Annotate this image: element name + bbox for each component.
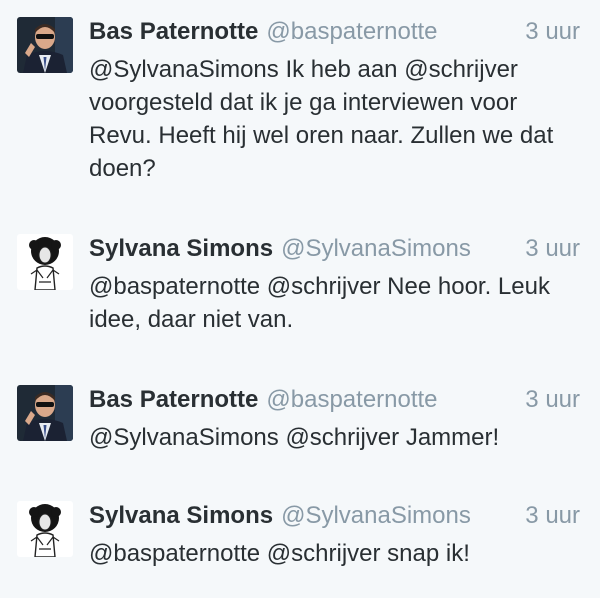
tweet-text: @SylvanaSimons @schrijver Jammer! — [89, 424, 500, 451]
tweet-text: @baspaternotte @schrijver Nee hoor. Leuk… — [89, 273, 550, 333]
sylvana-avatar-icon — [17, 501, 73, 557]
avatar-bas-paternotte[interactable] — [17, 17, 73, 73]
author-handle[interactable]: @baspaternotte — [266, 386, 437, 413]
tweet-header: Sylvana Simons @SylvanaSimons 3 uur — [89, 501, 584, 531]
tweet-text: @baspaternotte @schrijver snap ik! — [89, 540, 470, 567]
bas-avatar-icon — [17, 385, 73, 441]
author-name[interactable]: Bas Paternotte — [89, 18, 258, 45]
author-name[interactable]: Bas Paternotte — [89, 386, 258, 413]
tweet-timestamp[interactable]: 3 uur — [525, 385, 580, 415]
avatar-sylvana-simons[interactable] — [17, 234, 73, 290]
author-name[interactable]: Sylvana Simons — [89, 502, 273, 529]
tweet-header: Sylvana Simons @SylvanaSimons 3 uur — [89, 234, 584, 264]
tweet-item[interactable]: Sylvana Simons @SylvanaSimons 3 uur @basp… — [0, 501, 600, 571]
tweet-timestamp[interactable]: 3 uur — [525, 17, 580, 47]
tweet-item[interactable]: Bas Paternotte @baspaternotte 3 uur @Sylv… — [0, 17, 600, 187]
tweet-header: Bas Paternotte @baspaternotte 3 uur — [89, 17, 584, 47]
avatar-sylvana-simons[interactable] — [17, 501, 73, 557]
tweet-item[interactable]: Bas Paternotte @baspaternotte 3 uur @Sylv… — [0, 385, 600, 455]
author-handle[interactable]: @baspaternotte — [266, 18, 437, 45]
tweet-timeline: Bas Paternotte @baspaternotte 3 uur @Sylv… — [0, 0, 600, 598]
tweet-item[interactable]: Sylvana Simons @SylvanaSimons 3 uur @basp… — [0, 234, 600, 344]
avatar-bas-paternotte[interactable] — [17, 385, 73, 441]
author-handle[interactable]: @SylvanaSimons — [281, 235, 471, 262]
bas-avatar-icon — [17, 17, 73, 73]
author-handle[interactable]: @SylvanaSimons — [281, 502, 471, 529]
author-name[interactable]: Sylvana Simons — [89, 235, 273, 262]
tweet-header: Bas Paternotte @baspaternotte 3 uur — [89, 385, 584, 415]
sylvana-avatar-icon — [17, 234, 73, 290]
tweet-timestamp[interactable]: 3 uur — [525, 501, 580, 531]
tweet-text: @SylvanaSimons Ik heb aan @schrijver voo… — [89, 56, 554, 182]
tweet-timestamp[interactable]: 3 uur — [525, 234, 580, 264]
